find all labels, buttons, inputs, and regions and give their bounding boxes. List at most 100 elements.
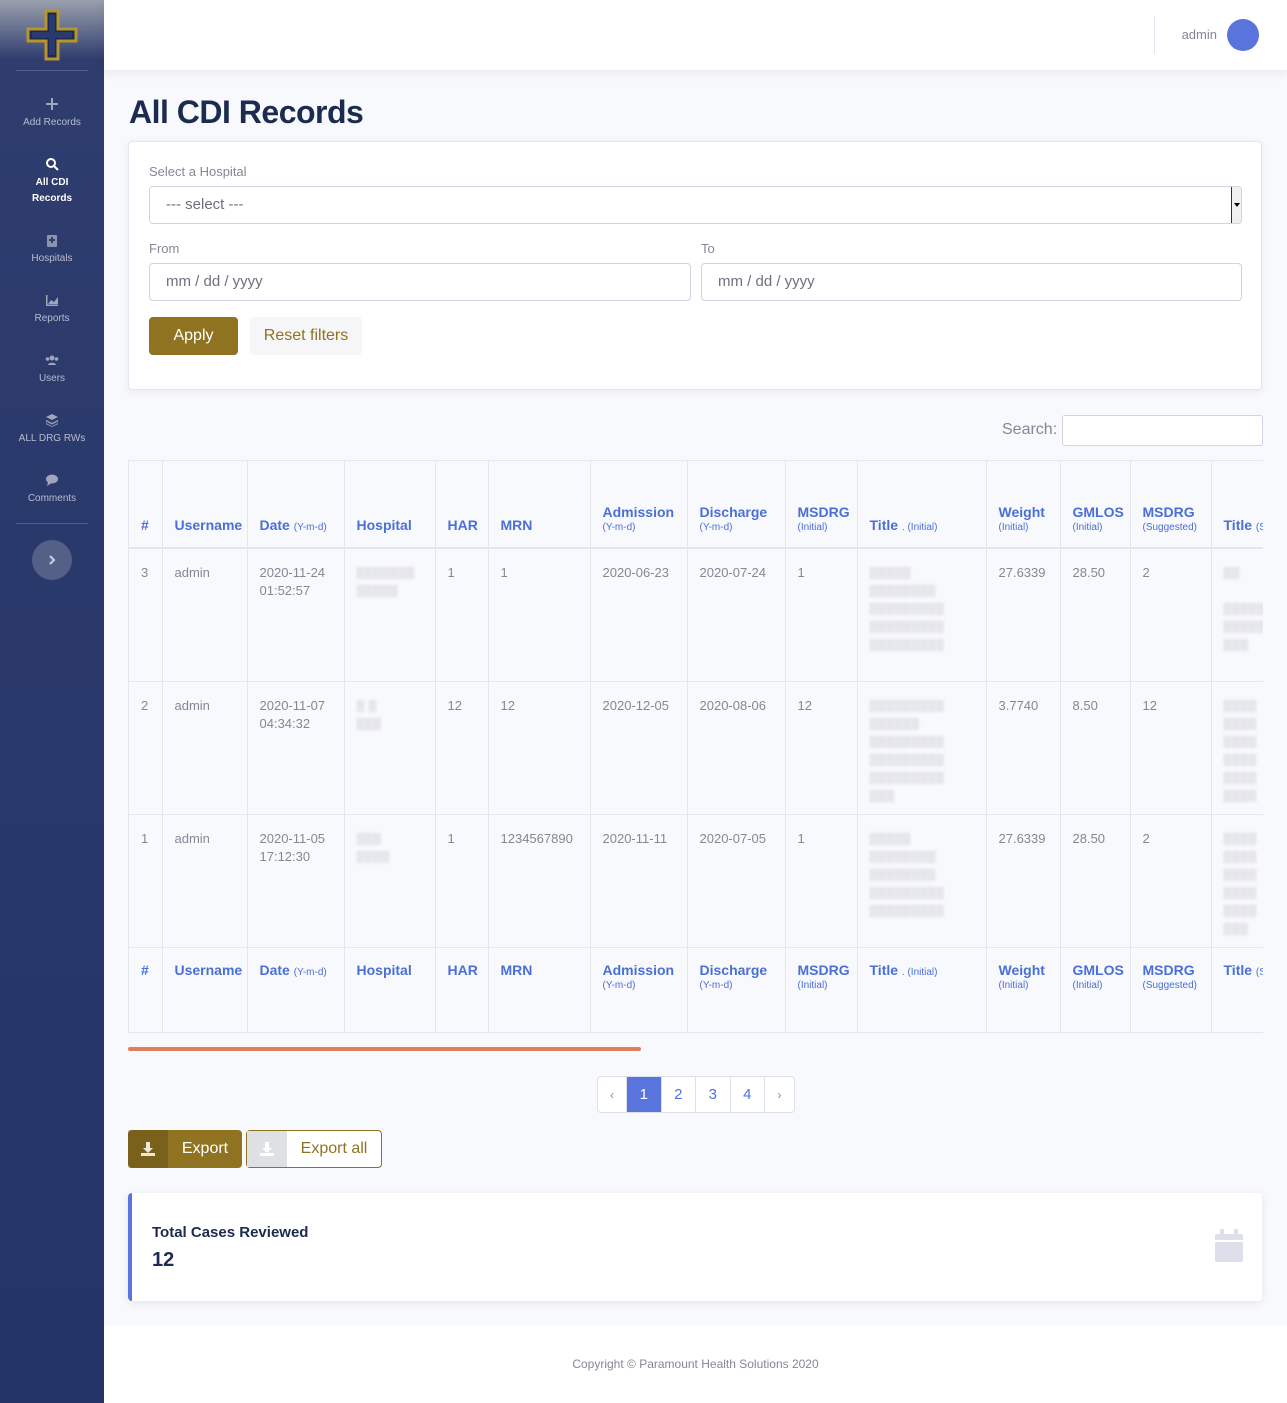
cell-weight: 27.6339 (986, 814, 1061, 948)
pagination-page-4[interactable]: 4 (731, 1077, 765, 1112)
export-button[interactable]: Export (128, 1130, 242, 1168)
col-footer-hospital: Hospital (344, 947, 436, 1032)
col-header-username[interactable]: Username (162, 461, 248, 549)
pagination-prev-button[interactable]: ‹ (598, 1077, 627, 1112)
pagination: ‹ 1 2 3 4 › (597, 1076, 795, 1113)
col-header-gmlos[interactable]: GMLOS (Initial) (1060, 461, 1131, 549)
cell-hospital-redacted: ▒ ▒ ▒▒▒ (344, 681, 436, 815)
pagination-page-1[interactable]: 1 (627, 1077, 662, 1112)
col-header-hospital[interactable]: Hospital (344, 461, 436, 549)
cell-hospital-redacted: ▒▒▒▒▒▒▒ ▒▒▒▒▒ (344, 548, 436, 682)
plus-icon (46, 98, 58, 110)
col-header-title-initial[interactable]: Title . (Initial) (857, 461, 987, 549)
search-input[interactable] (1062, 415, 1263, 446)
pagination-next-button[interactable]: › (765, 1077, 794, 1112)
topbar: admin (104, 0, 1287, 70)
pagination-page-3[interactable]: 3 (696, 1077, 731, 1112)
pagination-page-2[interactable]: 2 (662, 1077, 696, 1112)
col-header-discharge[interactable]: Discharge (Y-m-d) (687, 461, 786, 549)
users-icon (45, 355, 59, 365)
total-cases-card: Total Cases Reviewed 12 (128, 1193, 1262, 1301)
records-table[interactable]: # Username Date (Y-m-d) Hospital HAR MRN… (128, 460, 1263, 1033)
cell-har: 12 (435, 681, 489, 815)
cell-discharge: 2020-07-24 (687, 548, 786, 682)
col-header-title-suggested[interactable]: Title (S (1211, 461, 1263, 549)
filter-card: Select a Hospital --- select --- From To… (128, 141, 1262, 390)
col-header-id[interactable]: # (129, 461, 163, 549)
table-row[interactable]: 3 admin 2020-11-24 01:52:57 ▒▒▒▒▒▒▒ ▒▒▒▒▒ … (129, 548, 1263, 682)
sidebar-divider (16, 523, 88, 524)
sidebar-toggle-button[interactable] (32, 540, 72, 580)
sidebar-item-all-drg-rws[interactable]: ALL DRG RWs (0, 403, 104, 457)
hospital-select[interactable]: --- select --- (149, 186, 1242, 224)
sidebar-item-all-cdi-records[interactable]: All CDI Records (0, 147, 104, 217)
col-footer-admission: Admission (Y-m-d) (590, 947, 688, 1032)
hospital-select-value: --- select --- (166, 196, 244, 213)
cell-id: 3 (129, 548, 163, 682)
col-header-msdrg-suggested[interactable]: MSDRG (Suggested) (1130, 461, 1212, 549)
cell-title-suggested-redacted: ▒▒▒▒ ▒▒▒▒ ▒▒▒▒ ▒▒▒▒ ▒▒▒▒ ▒▒▒ (1211, 814, 1263, 948)
cell-admission: 2020-11-11 (590, 814, 688, 948)
col-header-weight[interactable]: Weight (Initial) (986, 461, 1061, 549)
cell-title-redacted: ▒▒▒▒▒▒▒▒▒ ▒▒▒▒▒▒ ▒▒▒▒▒▒▒▒▒ ▒▒▒▒▒▒▒▒▒ ▒▒▒▒▒▒▒… (857, 681, 987, 815)
cell-har: 1 (435, 548, 489, 682)
search-label: Search: (1002, 421, 1058, 438)
sidebar-item-users[interactable]: Users (0, 343, 104, 397)
chevron-right-icon (49, 555, 56, 565)
layers-icon (46, 414, 58, 427)
sidebar-item-label: ALL DRG RWs (18, 433, 86, 444)
cell-discharge: 2020-07-05 (687, 814, 786, 948)
hospital-icon (47, 235, 57, 247)
export-all-label: Export all (300, 1140, 368, 1157)
col-footer-msdrg-initial: MSDRG (Initial) (785, 947, 858, 1032)
to-date-input[interactable]: mm / dd / yyyy (701, 263, 1242, 301)
cell-hospital-redacted: ▒▒▒ ▒▒▒▒ (344, 814, 436, 948)
table-header-row: # Username Date (Y-m-d) Hospital HAR MRN… (129, 461, 1263, 549)
cell-weight: 3.7740 (986, 681, 1061, 815)
col-header-mrn[interactable]: MRN (488, 461, 591, 549)
sidebar-divider (16, 70, 88, 71)
hospital-label: Select a Hospital (149, 164, 247, 179)
col-header-msdrg-initial[interactable]: MSDRG (Initial) (785, 461, 858, 549)
table-row[interactable]: 2 admin 2020-11-07 04:34:32 ▒ ▒ ▒▒▒ 12 12 … (129, 681, 1263, 815)
sidebar-item-label: Reports (34, 313, 70, 324)
apply-button[interactable]: Apply (149, 317, 238, 355)
reset-filters-button[interactable]: Reset filters (250, 317, 362, 355)
user-name[interactable]: admin (1182, 27, 1217, 42)
to-label: To (701, 241, 715, 256)
export-all-button[interactable]: Export all (246, 1130, 382, 1168)
col-header-admission[interactable]: Admission (Y-m-d) (590, 461, 688, 549)
cell-msdrg-initial: 12 (785, 681, 858, 815)
from-date-input[interactable]: mm / dd / yyyy (149, 263, 691, 301)
brand-logo[interactable] (0, 0, 104, 70)
total-cases-label: Total Cases Reviewed (152, 1224, 309, 1241)
sidebar-item-comments[interactable]: Comments (0, 463, 104, 517)
col-header-har[interactable]: HAR (435, 461, 489, 549)
to-date-placeholder: mm / dd / yyyy (718, 273, 815, 290)
sidebar-item-reports[interactable]: Reports (0, 283, 104, 337)
col-footer-mrn: MRN (488, 947, 591, 1032)
download-icon (128, 1130, 168, 1168)
cell-msdrg-suggested: 2 (1130, 814, 1212, 948)
cell-title-redacted: ▒▒▒▒▒ ▒▒▒▒▒▒▒▒ ▒▒▒▒▒▒▒▒ ▒▒▒▒▒▒▒▒▒ ▒▒▒▒▒▒▒▒▒ (857, 814, 987, 948)
total-cases-value: 12 (152, 1249, 175, 1271)
search-icon (46, 158, 59, 171)
cell-mrn: 12 (488, 681, 591, 815)
select-arrow-icon (1231, 187, 1241, 223)
col-header-date[interactable]: Date (Y-m-d) (247, 461, 345, 549)
sidebar-item-label: All CDI Records (31, 177, 72, 204)
col-footer-gmlos: GMLOS (Initial) (1060, 947, 1131, 1032)
sidebar-item-add-records[interactable]: Add Records (0, 87, 104, 141)
col-footer-id: # (129, 947, 163, 1032)
cross-logo-icon (26, 9, 78, 61)
horizontal-scrollbar[interactable] (128, 1047, 641, 1051)
table-row[interactable]: 1 admin 2020-11-05 17:12:30 ▒▒▒ ▒▒▒▒ 1 123… (129, 814, 1263, 948)
cell-date: 2020-11-07 04:34:32 (247, 681, 345, 815)
page-title: All CDI Records (129, 94, 364, 130)
sidebar-item-label: Comments (27, 493, 77, 504)
col-footer-username: Username (162, 947, 248, 1032)
sidebar-item-hospitals[interactable]: Hospitals (0, 223, 104, 277)
avatar[interactable] (1227, 19, 1259, 51)
col-footer-har: HAR (435, 947, 489, 1032)
cell-date: 2020-11-05 17:12:30 (247, 814, 345, 948)
